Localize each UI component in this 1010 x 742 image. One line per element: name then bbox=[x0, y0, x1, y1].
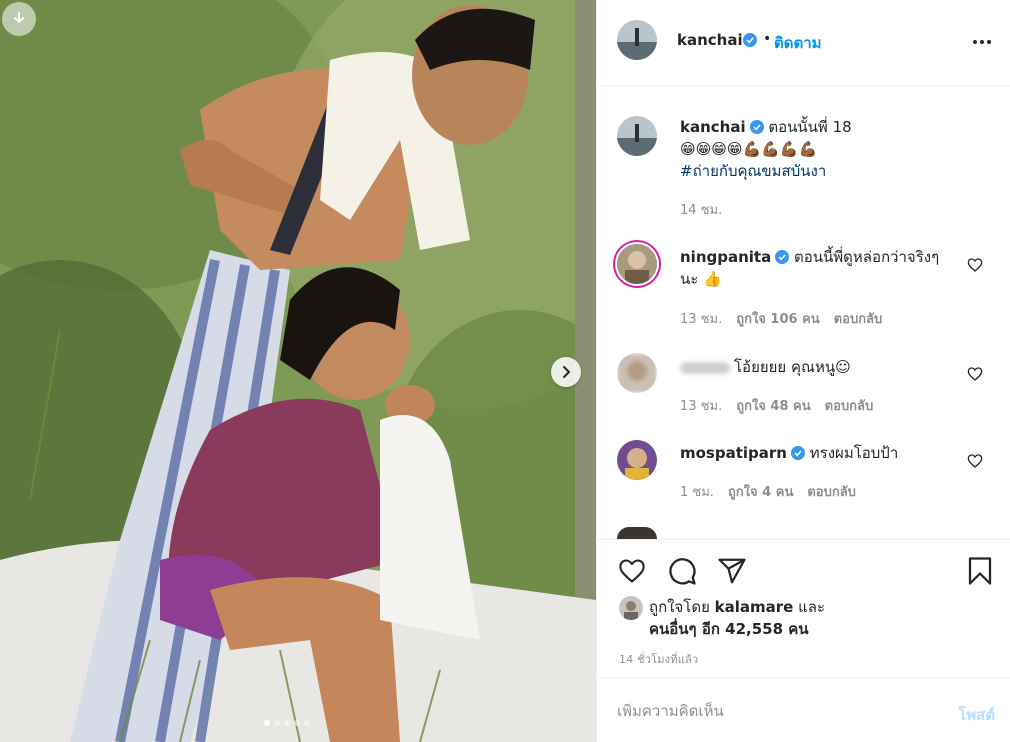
hashtag-link[interactable]: #ถ่ายกับคุณขมสบันงา bbox=[680, 160, 950, 182]
comment-like-icon[interactable] bbox=[967, 453, 983, 469]
caption-emojis: 😁😁😁😁💪🏾💪🏾💪🏾💪🏾 bbox=[680, 140, 818, 158]
post-side-panel: kanchai • ติดตาม kanchai ตอนนั้นพี่ 18 😁… bbox=[596, 0, 1010, 742]
post-photo[interactable] bbox=[0, 0, 596, 742]
comment-text: โอ้ยยยย คุณหนู☺ bbox=[680, 356, 950, 378]
carousel-dot bbox=[294, 720, 300, 726]
reply-button[interactable]: ตอบกลับ bbox=[807, 481, 856, 502]
commenter-username[interactable]: ningpanita bbox=[680, 248, 771, 266]
liker-avatar[interactable] bbox=[619, 596, 643, 620]
author-avatar[interactable] bbox=[617, 116, 657, 156]
verified-icon bbox=[743, 33, 757, 47]
comment-like-icon[interactable] bbox=[967, 366, 983, 382]
likes-summary: ถูกใจโดย kalamare และ คนอื่นๆ อีก 42,558… bbox=[619, 596, 825, 640]
blurred-username[interactable] bbox=[680, 361, 730, 374]
carousel-indicator bbox=[264, 720, 310, 726]
bookmark-icon bbox=[968, 557, 992, 585]
caption-time[interactable]: 14 ชม. bbox=[680, 199, 722, 220]
commenter-username[interactable]: mospatiparn bbox=[680, 444, 787, 462]
caption-username[interactable]: kanchai bbox=[680, 118, 746, 136]
caption-text: kanchai ตอนนั้นพี่ 18 😁😁😁😁💪🏾💪🏾💪🏾💪🏾 #ถ่าย… bbox=[680, 116, 950, 182]
reply-button[interactable]: ตอบกลับ bbox=[834, 308, 883, 329]
verified-icon bbox=[790, 446, 805, 460]
caption-body: ตอนนั้นพี่ 18 bbox=[768, 118, 852, 136]
comment-meta: 1 ชม. ถูกใจ 4 คน ตอบกลับ bbox=[680, 481, 856, 502]
comment-meta: 13 ชม. ถูกใจ 48 คน ตอบกลับ bbox=[680, 395, 873, 416]
carousel-dot bbox=[284, 720, 290, 726]
comment-body: โอ้ยยยย คุณหนู☺ bbox=[734, 358, 851, 376]
download-icon bbox=[14, 12, 24, 23]
likes-and: และ bbox=[798, 598, 826, 616]
comment-text: ningpanita ตอนนี้พี่ดูหล่อกว่าจริงๆนะ 👍 bbox=[680, 246, 950, 290]
save-button[interactable] bbox=[963, 554, 997, 588]
reply-button[interactable]: ตอบกลับ bbox=[825, 395, 874, 416]
comment-button[interactable] bbox=[665, 554, 699, 588]
comment-time[interactable]: 13 ชม. bbox=[680, 308, 722, 329]
commenter-avatar[interactable] bbox=[617, 353, 657, 393]
commenter-avatar[interactable] bbox=[617, 244, 657, 284]
comments-list[interactable]: kanchai ตอนนั้นพี่ 18 😁😁😁😁💪🏾💪🏾💪🏾💪🏾 #ถ่าย… bbox=[597, 87, 1010, 539]
liker-username[interactable]: kalamare bbox=[715, 598, 794, 616]
author-avatar[interactable] bbox=[617, 20, 657, 60]
carousel-next-button[interactable] bbox=[551, 357, 581, 387]
comment-icon bbox=[669, 558, 696, 585]
comment-time[interactable]: 13 ชม. bbox=[680, 395, 722, 416]
carousel-dot bbox=[264, 720, 270, 726]
comment-likes[interactable]: ถูกใจ 4 คน bbox=[728, 481, 793, 502]
share-icon bbox=[718, 558, 746, 584]
post-actions: ถูกใจโดย kalamare และ คนอื่นๆ อีก 42,558… bbox=[597, 539, 1010, 677]
likes-prefix: ถูกใจโดย bbox=[649, 598, 710, 616]
carousel-dot bbox=[274, 720, 280, 726]
post-image bbox=[0, 0, 596, 742]
add-comment-bar: โพสต์ bbox=[597, 677, 1010, 742]
comment-like-icon[interactable] bbox=[967, 257, 983, 273]
follow-button[interactable]: ติดตาม bbox=[774, 31, 822, 55]
comment-time[interactable]: 1 ชม. bbox=[680, 481, 714, 502]
commenter-avatar[interactable] bbox=[617, 440, 657, 480]
verified-icon bbox=[775, 250, 790, 264]
header-separator: • bbox=[763, 31, 772, 47]
heart-icon bbox=[619, 559, 645, 583]
post-comment-button[interactable]: โพสต์ bbox=[958, 703, 995, 727]
comment-likes[interactable]: ถูกใจ 106 คน bbox=[736, 308, 819, 329]
comment-likes[interactable]: ถูกใจ 48 คน bbox=[736, 395, 810, 416]
like-button[interactable] bbox=[615, 554, 649, 588]
more-icon bbox=[973, 40, 991, 44]
comment-body: ทรงผมโอบป้า bbox=[809, 444, 899, 462]
comment-meta: 13 ชม. ถูกใจ 106 คน ตอบกลับ bbox=[680, 308, 882, 329]
author-username[interactable]: kanchai bbox=[677, 31, 743, 49]
commenter-avatar[interactable] bbox=[617, 527, 657, 539]
comment-input[interactable] bbox=[617, 702, 917, 720]
more-options-button[interactable] bbox=[970, 30, 994, 54]
caption-meta: 14 ชม. bbox=[680, 199, 722, 220]
carousel-dot bbox=[304, 720, 310, 726]
share-button[interactable] bbox=[715, 554, 749, 588]
chevron-right-icon bbox=[563, 366, 570, 378]
post-timestamp[interactable]: 14 ชั่วโมงที่แล้ว bbox=[619, 650, 698, 668]
likes-others-count[interactable]: คนอื่นๆ อีก 42,558 คน bbox=[649, 620, 809, 638]
verified-icon bbox=[749, 120, 764, 134]
post-header: kanchai • ติดตาม bbox=[597, 0, 1010, 86]
download-button[interactable] bbox=[2, 2, 36, 36]
likes-text: ถูกใจโดย kalamare และ คนอื่นๆ อีก 42,558… bbox=[649, 596, 825, 640]
comment-text: mospatiparn ทรงผมโอบป้า bbox=[680, 442, 950, 464]
